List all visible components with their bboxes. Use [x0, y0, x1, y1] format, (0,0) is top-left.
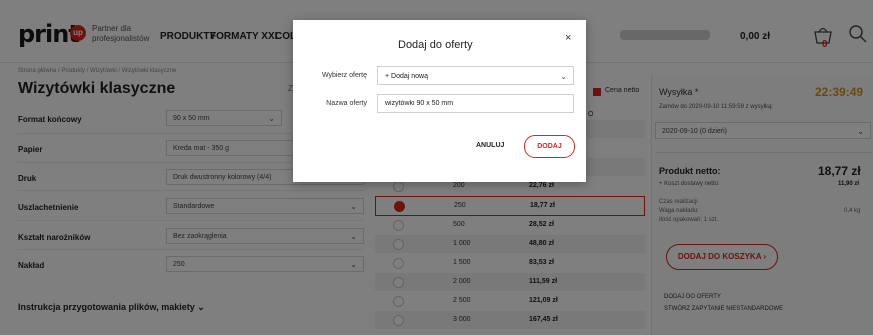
cancel-button[interactable]: ANULUJ — [476, 142, 504, 149]
add-to-offer-dialog: Dodaj do oferty × Wybierz ofertę + Dodaj… — [293, 20, 586, 182]
add-button[interactable]: DODAJ — [524, 135, 575, 158]
offer-select[interactable]: + Dodaj nową ⌄ — [377, 66, 574, 85]
close-icon[interactable]: × — [565, 32, 571, 44]
offer-name-input[interactable] — [377, 94, 574, 113]
offer-name-label: Nazwa oferty — [326, 100, 367, 107]
chevron-down-icon: ⌄ — [560, 72, 567, 81]
offer-select-value: + Dodaj nową — [385, 73, 429, 80]
offer-select-label: Wybierz ofertę — [321, 72, 367, 79]
dialog-title: Dodaj do oferty — [398, 39, 473, 51]
